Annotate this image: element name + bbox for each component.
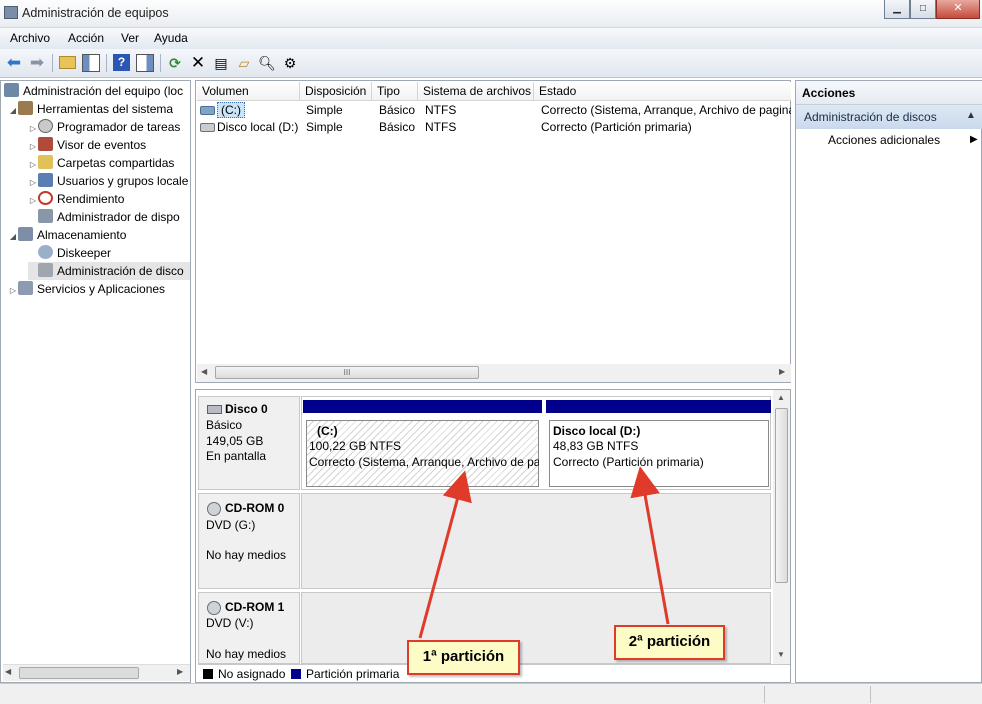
callout-first-partition: 1ª partición bbox=[407, 640, 520, 675]
callout-second-partition: 2ª partición bbox=[614, 625, 725, 660]
arrow-second-partition bbox=[630, 466, 670, 625]
arrow-first-partition bbox=[418, 470, 472, 639]
callout-arrows bbox=[418, 466, 670, 639]
